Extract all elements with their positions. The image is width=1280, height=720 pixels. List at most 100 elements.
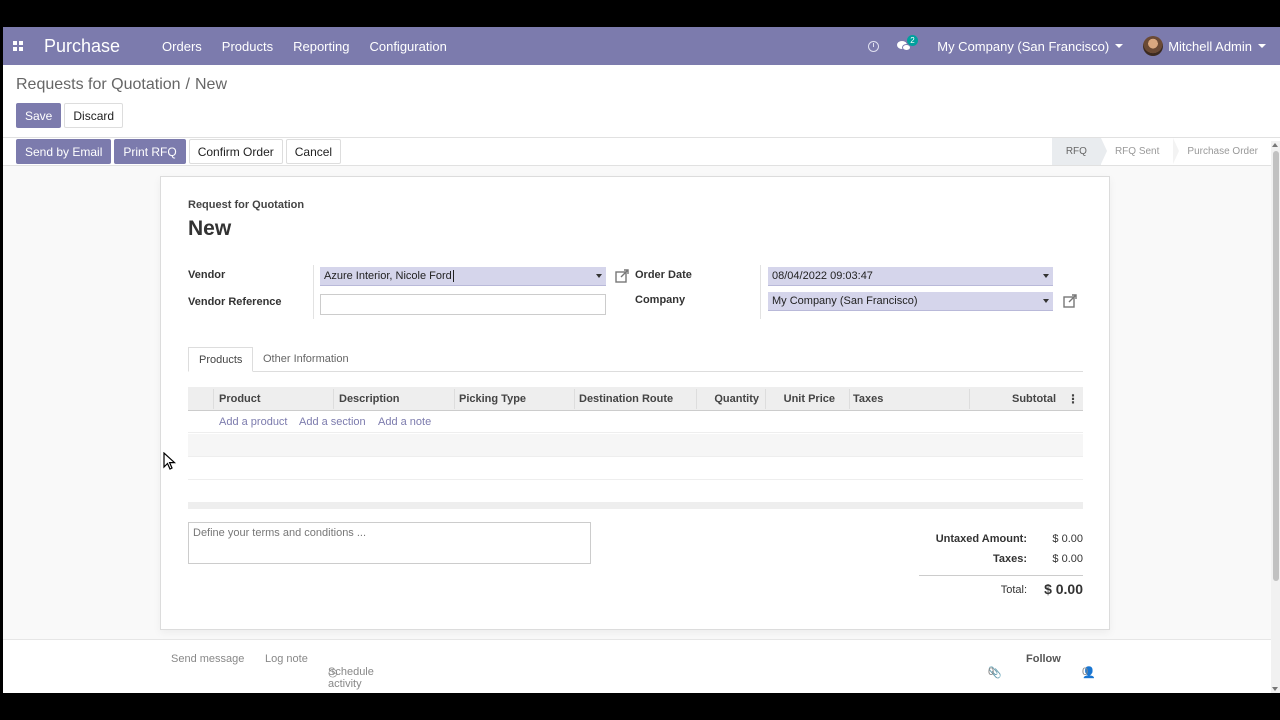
order-date-label: Order Date: [635, 269, 692, 281]
add-line-row: Add a product Add a section Add a note: [188, 411, 1083, 433]
total-value: $ 0.00: [1044, 581, 1083, 597]
column-description[interactable]: Description: [339, 387, 400, 411]
field-divider: [313, 265, 314, 319]
stage-rfq[interactable]: RFQ: [1051, 138, 1108, 165]
company-value: My Company (San Francisco): [772, 295, 918, 307]
menu-reporting[interactable]: Reporting: [293, 39, 349, 54]
column-picking-type[interactable]: Picking Type: [459, 387, 526, 411]
breadcrumb-current: New: [195, 76, 228, 93]
column-divider: [969, 389, 970, 409]
tab-products[interactable]: Products: [188, 347, 254, 372]
column-taxes[interactable]: Taxes: [853, 387, 883, 411]
company-switcher[interactable]: My Company (San Francisco): [937, 38, 1124, 54]
external-link-icon[interactable]: [1063, 294, 1077, 308]
activity-clock-icon[interactable]: [868, 40, 880, 52]
cancel-button[interactable]: Cancel: [285, 139, 342, 164]
control-panel: Requests for Quotation / New Save Discard: [3, 65, 1280, 138]
vendor-reference-input[interactable]: [320, 294, 606, 315]
print-rfq-button[interactable]: Print RFQ: [114, 139, 186, 164]
vendor-dropdown-caret-icon[interactable]: [596, 274, 602, 278]
discard-button[interactable]: Discard: [64, 103, 124, 128]
column-destination-route[interactable]: Destination Route: [579, 387, 673, 411]
vendor-field[interactable]: Azure Interior, Nicole Ford: [320, 267, 606, 286]
stage-purchase-order[interactable]: Purchase Order: [1173, 138, 1272, 165]
apps-menu-icon[interactable]: [5, 27, 31, 65]
breadcrumb-separator: /: [185, 76, 190, 93]
follow-button[interactable]: Follow: [1026, 653, 1061, 665]
field-divider: [760, 265, 761, 319]
main-menu: Orders Products Reporting Configuration: [162, 39, 467, 54]
taxes-label: Taxes:: [992, 553, 1027, 565]
app-window: Purchase Orders Products Reporting Confi…: [3, 27, 1280, 693]
statusbar: Send by Email Print RFQ Confirm Order Ca…: [3, 138, 1280, 166]
column-divider: [765, 389, 766, 409]
vendor-label: Vendor: [188, 269, 226, 281]
column-divider: [333, 389, 334, 409]
form-buttons: Save Discard: [16, 103, 124, 128]
table-row: [188, 434, 1083, 457]
app-name[interactable]: Purchase: [44, 36, 120, 57]
mouse-cursor-icon: [163, 452, 177, 470]
untaxed-amount-label: Untaxed Amount:: [935, 533, 1027, 545]
company-label: Company: [635, 294, 686, 306]
send-by-email-button[interactable]: Send by Email: [16, 139, 112, 164]
order-date-field[interactable]: 08/04/2022 09:03:47: [768, 267, 1053, 286]
form-subtitle: Request for Quotation: [188, 199, 305, 211]
avatar: [1143, 36, 1164, 56]
add-section-link[interactable]: Add a section: [299, 416, 366, 428]
terms-and-conditions-textarea[interactable]: Define your terms and conditions ...: [188, 522, 591, 564]
scroll-up-arrow-icon[interactable]: [1272, 143, 1278, 147]
column-divider: [849, 389, 850, 409]
table-footer: [188, 502, 1083, 509]
navbar-systray: 2 My Company (San Francisco) Mitchell Ad…: [868, 27, 1280, 65]
stage-rfq-sent[interactable]: RFQ Sent: [1101, 138, 1180, 165]
optional-columns-kebab-icon[interactable]: ⋮: [1067, 387, 1079, 411]
header-buttons: Send by Email Print RFQ Confirm Order Ca…: [16, 139, 342, 164]
taxes-value: $ 0.00: [1052, 553, 1083, 565]
user-menu[interactable]: Mitchell Admin: [1143, 36, 1266, 56]
menu-products[interactable]: Products: [222, 39, 273, 54]
add-product-link[interactable]: Add a product: [219, 416, 288, 428]
scroll-down-arrow-icon[interactable]: [1272, 687, 1278, 691]
column-quantity[interactable]: Quantity: [714, 387, 759, 411]
order-date-value: 08/04/2022 09:03:47: [772, 270, 873, 282]
column-divider: [696, 389, 697, 409]
form-title: New: [188, 217, 232, 240]
top-navbar: Purchase Orders Products Reporting Confi…: [3, 27, 1280, 65]
form-sheet: Request for Quotation New Vendor Vendor …: [160, 176, 1110, 630]
messages-icon[interactable]: 2: [897, 34, 918, 52]
column-divider: [454, 389, 455, 409]
menu-orders[interactable]: Orders: [162, 39, 202, 54]
scroll-thumb[interactable]: [1273, 151, 1279, 581]
followers-count: 0: [1082, 666, 1089, 678]
untaxed-amount-value: $ 0.00: [1052, 533, 1083, 545]
page-scrollbar[interactable]: [1271, 141, 1280, 693]
message-count-badge: 2: [907, 34, 918, 46]
log-note-button[interactable]: Log note: [265, 653, 308, 665]
company-dropdown-caret-icon[interactable]: [1043, 299, 1049, 303]
total-label: Total:: [1000, 584, 1027, 596]
company-field[interactable]: My Company (San Francisco): [768, 292, 1053, 311]
chatter-bar: Send message Log note ◷ Schedule activit…: [3, 639, 1271, 693]
save-button[interactable]: Save: [16, 103, 62, 128]
column-divider: [213, 389, 214, 409]
order-date-dropdown-caret-icon[interactable]: [1043, 274, 1049, 278]
table-row: [188, 457, 1083, 480]
external-link-icon[interactable]: [615, 269, 629, 283]
breadcrumb-parent[interactable]: Requests for Quotation: [16, 76, 181, 93]
totals-summary: Untaxed Amount: $ 0.00 Taxes: $ 0.00 Tot…: [919, 533, 1083, 600]
company-name: My Company (San Francisco): [937, 38, 1110, 54]
tab-other-information[interactable]: Other Information: [253, 347, 359, 372]
send-message-button[interactable]: Send message: [171, 653, 244, 665]
chevron-down-icon: [1115, 44, 1124, 48]
confirm-order-button[interactable]: Confirm Order: [188, 139, 283, 164]
order-lines-header: Product Description Picking Type Destina…: [188, 387, 1083, 411]
add-note-link[interactable]: Add a note: [378, 416, 431, 428]
column-subtotal[interactable]: Subtotal: [1012, 387, 1056, 411]
menu-configuration[interactable]: Configuration: [369, 39, 446, 54]
user-name: Mitchell Admin: [1168, 38, 1252, 54]
column-unit-price[interactable]: Unit Price: [784, 387, 835, 411]
column-divider: [574, 389, 575, 409]
chevron-down-icon: [1258, 44, 1266, 48]
column-product[interactable]: Product: [219, 387, 261, 411]
